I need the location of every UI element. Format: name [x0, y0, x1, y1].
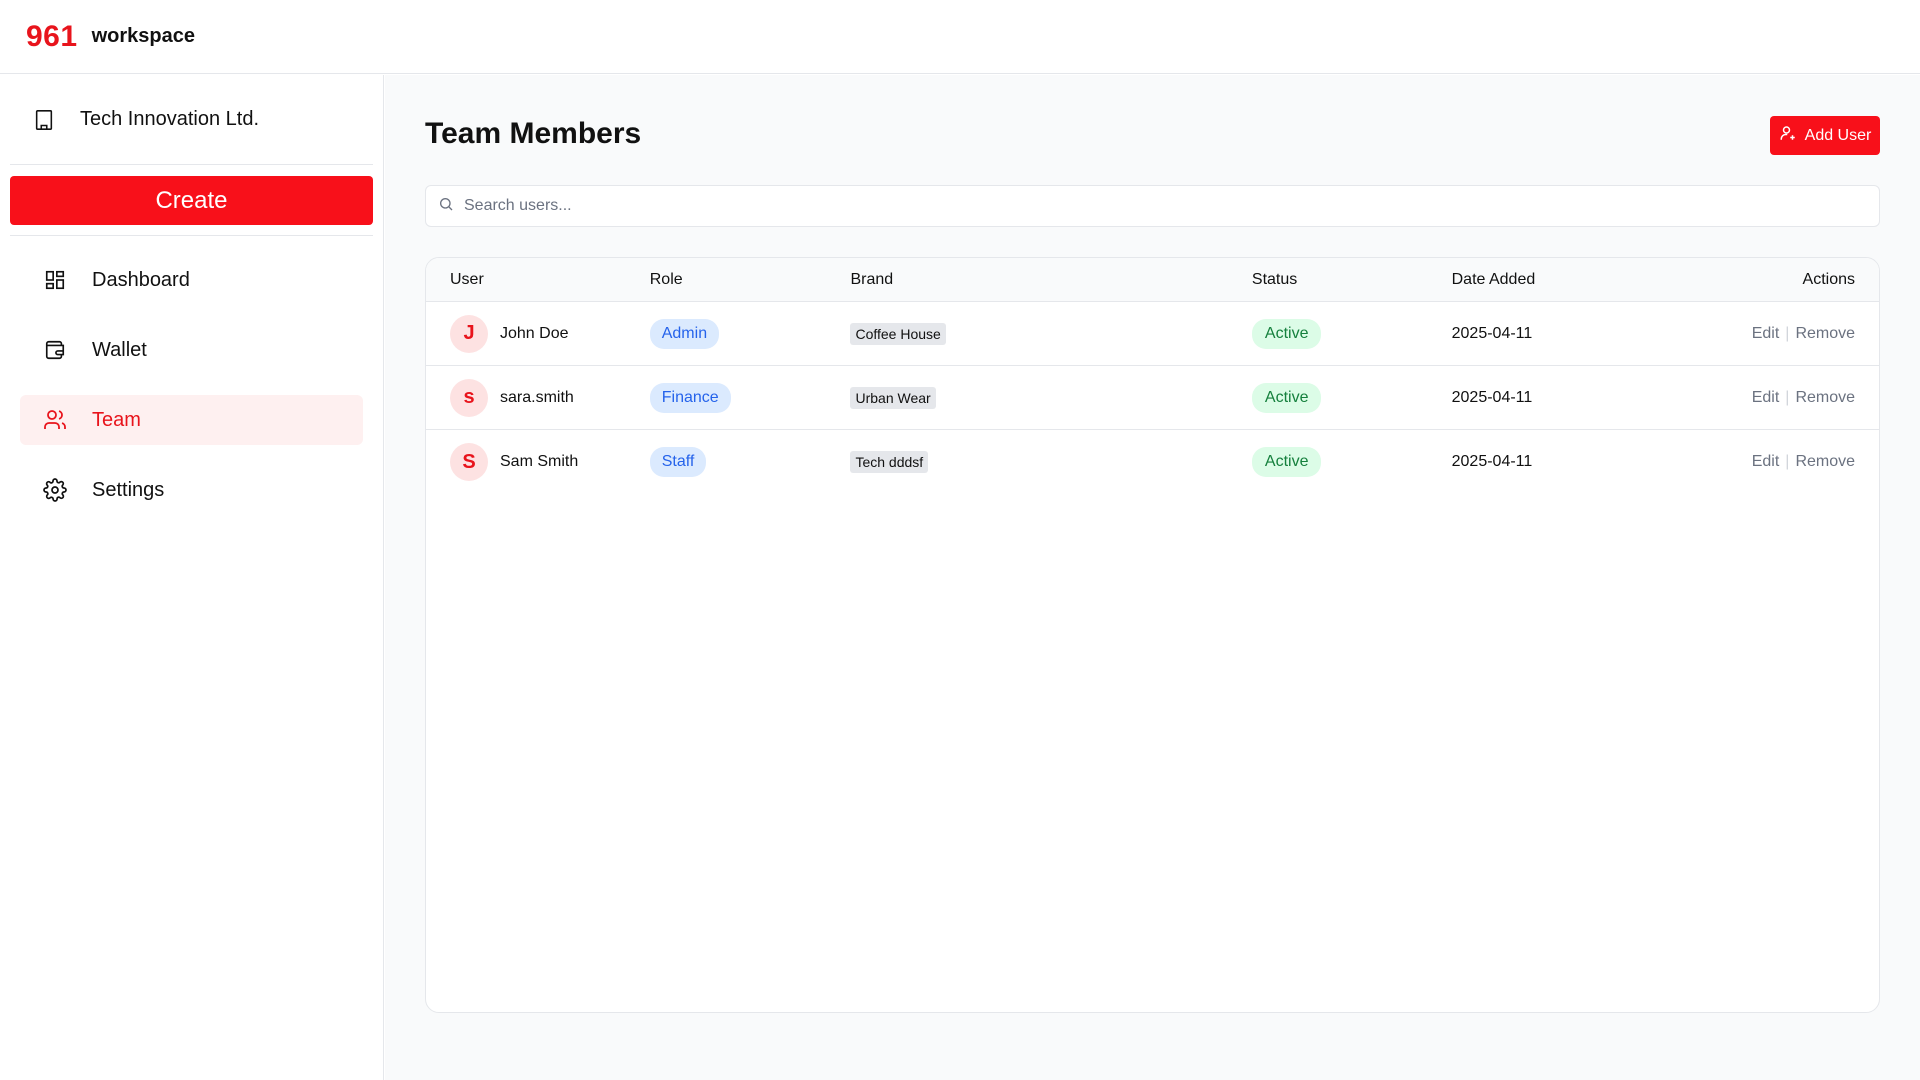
search-icon [438, 196, 454, 217]
table-header: User Role Brand Status Date Added Action… [426, 258, 1879, 302]
brand-name[interactable]: workspace [92, 25, 195, 48]
sidebar-item-label: Dashboard [92, 268, 190, 291]
search-bar [425, 185, 1880, 227]
table-row: s sara.smith Finance Urban Wear Active 2… [426, 366, 1879, 430]
avatar: S [450, 443, 488, 481]
main-content: Team Members Add User User Role Brand St… [385, 75, 1920, 1080]
team-icon [42, 407, 68, 433]
action-separator: | [1785, 324, 1790, 342]
sidebar-item-dashboard[interactable]: Dashboard [20, 255, 363, 305]
table-row: S Sam Smith Staff Tech dddsf Active 2025… [426, 430, 1879, 494]
brand-tag: Urban Wear [850, 386, 936, 409]
remove-link[interactable]: Remove [1795, 389, 1855, 406]
user-plus-icon [1779, 124, 1797, 147]
sidebar-item-label: Team [92, 408, 141, 431]
edit-link[interactable]: Edit [1752, 453, 1780, 470]
edit-link[interactable]: Edit [1752, 325, 1780, 342]
role-badge: Finance [649, 382, 731, 413]
dashboard-icon [42, 267, 68, 293]
column-header-status: Status [1251, 270, 1298, 288]
add-user-button[interactable]: Add User [1770, 116, 1880, 155]
edit-link[interactable]: Edit [1752, 389, 1780, 406]
status-badge: Active [1251, 382, 1322, 413]
date-added: 2025-04-11 [1451, 453, 1533, 470]
column-header-actions: Actions [1802, 270, 1856, 288]
sidebar-item-wallet[interactable]: Wallet [20, 325, 363, 375]
brand-tag: Coffee House [850, 322, 946, 345]
sidebar: Tech Innovation Ltd. Create Dashboard Wa… [0, 75, 384, 1080]
sidebar-item-label: Wallet [92, 338, 147, 361]
column-header-role: Role [649, 270, 683, 288]
brand-logo-number[interactable]: 961 [26, 20, 78, 54]
sidebar-item-label: Settings [92, 478, 165, 501]
avatar: J [450, 314, 488, 353]
column-header-user: User [450, 270, 484, 288]
gear-icon [42, 477, 68, 503]
user-name: sara.smith [500, 388, 574, 406]
page-title: Team Members [425, 117, 642, 150]
role-badge: Staff [649, 447, 707, 477]
date-added: 2025-04-11 [1451, 388, 1533, 406]
brand-tag: Tech dddsf [850, 451, 929, 473]
org-switcher[interactable]: Tech Innovation Ltd. [10, 75, 373, 165]
user-name: Sam Smith [500, 453, 579, 470]
org-name: Tech Innovation Ltd. [80, 108, 260, 130]
sidebar-nav: Dashboard Wallet Team Settings [20, 255, 363, 535]
action-separator: | [1785, 453, 1790, 470]
sidebar-item-team[interactable]: Team [20, 395, 363, 445]
divider [10, 235, 373, 236]
column-header-brand: Brand [850, 270, 894, 288]
date-added: 2025-04-11 [1451, 324, 1533, 342]
top-bar: 961 workspace [0, 0, 1920, 74]
status-badge: Active [1251, 447, 1322, 477]
remove-link[interactable]: Remove [1795, 325, 1855, 342]
role-badge: Admin [649, 318, 720, 349]
action-separator: | [1785, 388, 1790, 406]
create-button[interactable]: Create [10, 176, 373, 225]
avatar: s [450, 378, 488, 417]
add-user-label: Add User [1804, 126, 1872, 144]
user-name: John Doe [500, 324, 569, 342]
search-input[interactable] [464, 197, 1844, 215]
remove-link[interactable]: Remove [1795, 453, 1855, 470]
team-table: User Role Brand Status Date Added Action… [425, 257, 1880, 1013]
status-badge: Active [1251, 318, 1322, 349]
table-row: J John Doe Admin Coffee House Active 202… [426, 302, 1879, 366]
wallet-icon [42, 337, 68, 363]
sidebar-item-settings[interactable]: Settings [20, 465, 363, 515]
column-header-date-added: Date Added [1451, 270, 1536, 288]
building-icon [32, 108, 56, 132]
